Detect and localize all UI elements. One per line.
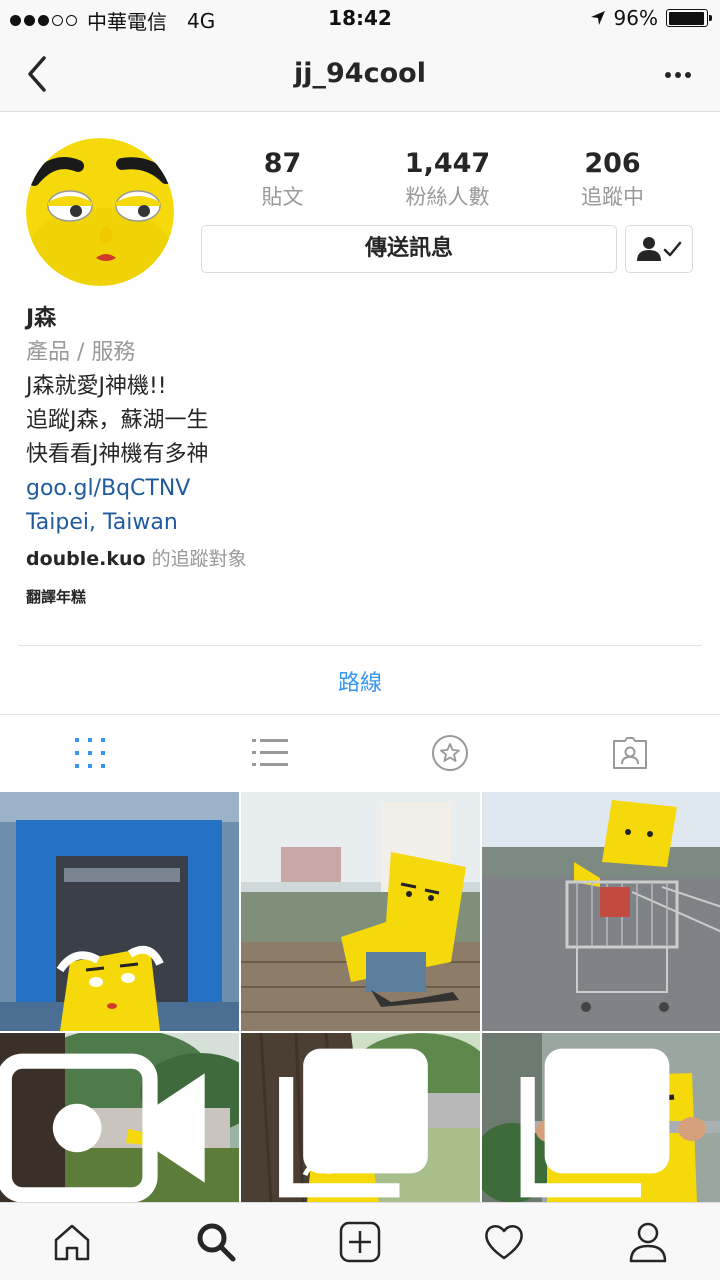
tagged-icon	[613, 737, 647, 769]
posts-grid	[0, 792, 720, 1203]
post-thumbnail[interactable]	[241, 1033, 480, 1203]
following-toggle-button[interactable]	[625, 225, 693, 273]
post-thumbnail[interactable]	[0, 1033, 239, 1203]
nav-home[interactable]	[0, 1203, 144, 1280]
bio-link[interactable]: goo.gl/BqCTNV	[26, 472, 686, 506]
profile-tabs	[0, 715, 720, 791]
video-icon	[0, 1053, 205, 1203]
following-count: 206	[584, 148, 641, 179]
tab-saved[interactable]	[360, 715, 540, 791]
nav-new-post[interactable]	[288, 1203, 432, 1280]
profile-stats: 87 貼文 1,447 粉絲人數 206 追蹤中	[200, 148, 695, 211]
nav-profile[interactable]	[576, 1203, 720, 1280]
followed-by-suffix: 的追蹤對象	[145, 548, 247, 570]
location-link[interactable]: Taipei, Taiwan	[26, 506, 686, 540]
page-title: jj_94cool	[294, 58, 426, 89]
post-thumbnail[interactable]	[482, 792, 720, 1031]
nav-search[interactable]	[144, 1203, 288, 1280]
bottom-tab-bar	[0, 1202, 720, 1280]
tab-tagged[interactable]	[540, 715, 720, 791]
directions-button[interactable]: 路線	[0, 665, 720, 697]
post-image	[241, 792, 480, 1031]
multiple-icon	[279, 1048, 428, 1198]
nav-activity[interactable]	[432, 1203, 576, 1280]
home-icon	[54, 1224, 90, 1260]
status-right: 96%	[590, 6, 712, 30]
following-label: 追蹤中	[581, 185, 644, 209]
grid-icon	[75, 738, 105, 768]
divider	[18, 645, 702, 646]
stat-posts[interactable]: 87 貼文	[200, 148, 365, 211]
list-icon	[252, 739, 288, 766]
heart-icon	[485, 1224, 523, 1259]
followers-count: 1,447	[404, 148, 491, 179]
search-icon	[197, 1223, 236, 1261]
profile-category: 產品 / 服務	[26, 340, 136, 365]
more-horizontal-icon[interactable]	[664, 60, 692, 90]
multiple-icon	[520, 1048, 670, 1198]
profile-bio: J森 產品 / 服務 J森就愛J神機!! 追蹤J森，蘇湖一生 快看看J神機有多神…	[26, 302, 686, 607]
posts-count: 87	[263, 148, 302, 179]
bio-line: 快看看J神機有多神	[26, 442, 209, 467]
battery-percent: 96%	[613, 6, 658, 30]
followed-by[interactable]: double.kuo 的追蹤對象	[26, 542, 686, 576]
post-thumbnail[interactable]	[241, 792, 480, 1031]
translate-link[interactable]: 翻譯年糕	[26, 586, 686, 607]
post-thumbnail[interactable]	[482, 1033, 720, 1203]
post-image	[0, 792, 239, 1031]
navigation-bar: jj_94cool	[0, 36, 720, 112]
add-icon	[339, 1221, 381, 1262]
person-check-icon	[637, 237, 682, 261]
bio-line: 追蹤J森，蘇湖一生	[26, 408, 209, 433]
followers-label: 粉絲人數	[405, 185, 490, 209]
send-message-button[interactable]: 傳送訊息	[201, 225, 617, 273]
avatar[interactable]	[26, 138, 174, 286]
profile-icon	[629, 1222, 667, 1262]
bio-line: J森就愛J神機!!	[26, 374, 167, 399]
stat-following[interactable]: 206 追蹤中	[530, 148, 695, 211]
followed-by-user: double.kuo	[26, 548, 146, 570]
location-arrow-icon	[590, 11, 605, 25]
profile-name: J森	[26, 306, 57, 331]
star-icon	[432, 735, 468, 771]
tab-list[interactable]	[180, 715, 360, 791]
status-bar: 中華電信 4G 18:42 96%	[0, 0, 720, 36]
post-thumbnail[interactable]	[0, 792, 239, 1031]
stat-followers[interactable]: 1,447 粉絲人數	[365, 148, 530, 211]
posts-label: 貼文	[261, 185, 304, 209]
battery-icon	[666, 9, 712, 27]
post-image	[482, 792, 720, 1031]
tab-grid[interactable]	[0, 715, 180, 791]
